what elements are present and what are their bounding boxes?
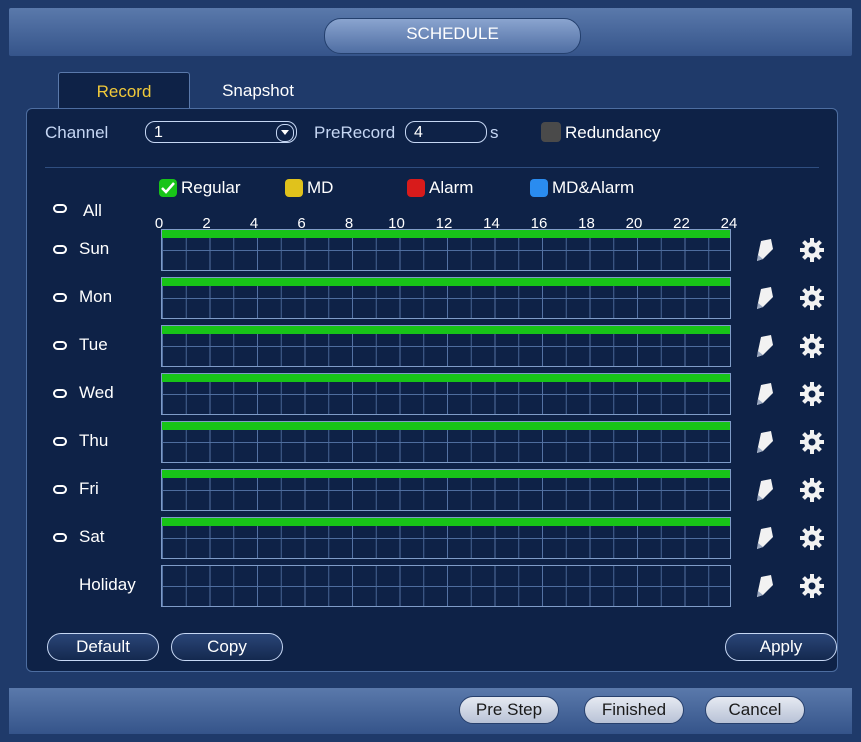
pencil-icon[interactable] <box>753 381 775 407</box>
bottom-bar: Pre Step Finished Cancel <box>9 688 852 734</box>
pencil-icon[interactable] <box>753 333 775 359</box>
day-toggle-thu[interactable] <box>53 437 67 446</box>
gear-icon[interactable] <box>799 525 825 551</box>
prerecord-value: 4 <box>414 124 423 141</box>
gear-icon[interactable] <box>799 333 825 359</box>
day-label-mon: Mon <box>79 287 113 306</box>
pencil-icon[interactable] <box>753 429 775 455</box>
gear-icon[interactable] <box>799 237 825 263</box>
prerecord-label: PreRecord <box>314 123 396 142</box>
day-label-wed: Wed <box>79 383 114 402</box>
regular-record-bar <box>162 422 730 430</box>
schedule-grid-sat[interactable] <box>161 517 731 559</box>
regular-record-bar <box>162 518 730 526</box>
copy-button[interactable]: Copy <box>171 633 283 661</box>
channel-label: Channel <box>45 123 109 142</box>
prerecord-unit: s <box>490 123 499 142</box>
legend-regular-checkbox[interactable] <box>159 179 177 197</box>
prerecord-input[interactable]: 4 <box>405 121 487 143</box>
gear-icon[interactable] <box>799 429 825 455</box>
day-toggle-sat[interactable] <box>53 533 67 542</box>
schedule-grid-mon[interactable] <box>161 277 731 319</box>
check-icon <box>161 182 175 194</box>
legend-mdalarm-checkbox[interactable] <box>530 179 548 197</box>
schedule-grid-sun[interactable] <box>161 229 731 271</box>
day-toggle-mon[interactable] <box>53 293 67 302</box>
cancel-button[interactable]: Cancel <box>705 696 805 724</box>
legend-label: MD <box>307 178 334 197</box>
redundancy-checkbox[interactable] <box>541 122 561 142</box>
legend-alarm-checkbox[interactable] <box>407 179 425 197</box>
regular-record-bar <box>162 278 730 286</box>
day-label-holiday: Holiday <box>79 575 136 594</box>
schedule-grid-thu[interactable] <box>161 421 731 463</box>
title-bar: SCHEDULE <box>9 8 852 56</box>
schedule-grid-tue[interactable] <box>161 325 731 367</box>
day-toggle-fri[interactable] <box>53 485 67 494</box>
day-label-sun: Sun <box>79 239 110 258</box>
pencil-icon[interactable] <box>753 285 775 311</box>
pencil-icon[interactable] <box>753 237 775 263</box>
channel-value: 1 <box>154 124 163 141</box>
pencil-icon[interactable] <box>753 477 775 503</box>
channel-select[interactable]: 1 <box>145 121 297 143</box>
day-label-fri: Fri <box>79 479 99 498</box>
finished-button[interactable]: Finished <box>584 696 684 724</box>
day-label-thu: Thu <box>79 431 109 450</box>
schedule-grid-wed[interactable] <box>161 373 731 415</box>
day-label-sat: Sat <box>79 527 105 546</box>
apply-button[interactable]: Apply <box>725 633 837 661</box>
gear-icon[interactable] <box>799 285 825 311</box>
pencil-icon[interactable] <box>753 573 775 599</box>
default-button[interactable]: Default <box>47 633 159 661</box>
schedule-panel: Channel 1 PreRecord 4 s Redundancy Regul… <box>26 108 838 672</box>
half-hour-lines <box>162 566 730 606</box>
day-toggle-tue[interactable] <box>53 341 67 350</box>
regular-record-bar <box>162 470 730 478</box>
regular-record-bar <box>162 230 730 238</box>
gear-icon[interactable] <box>799 477 825 503</box>
tab-record[interactable]: Record <box>58 72 190 111</box>
legend-label: Regular <box>181 178 241 197</box>
all-toggle[interactable] <box>53 204 67 213</box>
day-toggle-sun[interactable] <box>53 245 67 254</box>
regular-record-bar <box>162 326 730 334</box>
tab-snapshot[interactable]: Snapshot <box>208 72 308 110</box>
redundancy-label: Redundancy <box>565 123 661 142</box>
schedule-grid-holiday[interactable] <box>161 565 731 607</box>
schedule-window: SCHEDULE Record Snapshot Channel 1 PreRe… <box>0 0 861 742</box>
gear-icon[interactable] <box>799 573 825 599</box>
regular-record-bar <box>162 374 730 382</box>
legend-label: MD&Alarm <box>552 178 635 197</box>
prestep-button[interactable]: Pre Step <box>459 696 559 724</box>
gear-icon[interactable] <box>799 381 825 407</box>
legend-md-checkbox[interactable] <box>285 179 303 197</box>
legend-label: Alarm <box>429 178 474 197</box>
all-label: All <box>83 201 102 220</box>
schedule-grid-fri[interactable] <box>161 469 731 511</box>
pencil-icon[interactable] <box>753 525 775 551</box>
window-title: SCHEDULE <box>324 18 581 54</box>
day-toggle-wed[interactable] <box>53 389 67 398</box>
divider <box>45 167 819 168</box>
day-label-tue: Tue <box>79 335 108 354</box>
chevron-down-icon <box>276 124 294 142</box>
